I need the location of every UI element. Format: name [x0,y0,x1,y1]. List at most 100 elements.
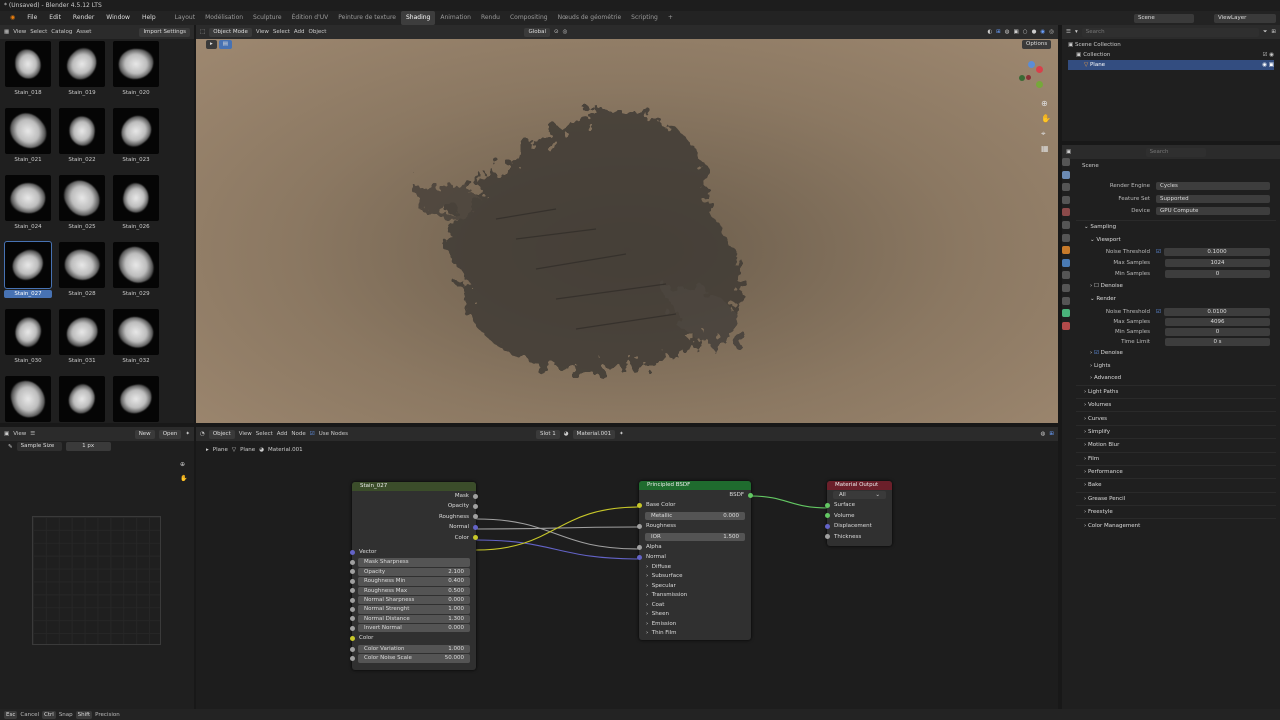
r-noise-threshold-field[interactable]: 0.0100 [1163,307,1270,316]
bsdf-subpanel[interactable]: › Transmission [639,591,751,601]
new-collection-icon[interactable]: ⊞ [1271,29,1276,35]
scene-collection-row[interactable]: ▣ Scene Collection [1068,40,1274,50]
tab-shading[interactable]: Shading [400,11,436,25]
tab-modelisation[interactable]: Modélisation [200,11,248,25]
asset-thumbnail[interactable]: Stain_019 [58,41,106,104]
tab-geometry-nodes[interactable]: Nœuds de géométrie [553,11,627,25]
feature-set-dropdown[interactable]: Supported [1156,194,1270,203]
stain-node-title[interactable]: Stain_027 [352,482,476,491]
properties-panel-header[interactable]: › Color Management [1076,518,1276,531]
menu-view[interactable]: View [256,29,269,35]
render-subpanel[interactable]: › Lights [1076,360,1276,373]
view-layer-tab-icon[interactable] [1062,195,1070,204]
bsdf-subpanel[interactable]: › Specular [639,582,751,592]
base-color-input[interactable]: Base Color [637,500,751,510]
properties-panel-header[interactable]: › Freestyle [1076,505,1276,518]
select-mode-icon[interactable]: ▸ [206,40,217,49]
render-tab-icon[interactable] [1062,170,1070,179]
viewport-canvas[interactable]: ▸ ▤ Options ⊕ ✋ ⌖ ▦ [196,39,1058,423]
tool-tab-icon[interactable] [1062,158,1070,166]
asset-thumbnail[interactable]: Stain_021 [4,108,52,171]
r-min-samples-field[interactable]: 0 [1165,328,1270,337]
view-layer-selector[interactable]: ViewLayer [1214,13,1276,23]
overlay-icon[interactable]: ◍ [1005,29,1010,35]
stain-input-field[interactable]: Color Variation 1.000 [350,644,470,654]
bsdf-subpanel[interactable]: › Emission [639,620,751,630]
vp-noise-checkbox[interactable]: ☑ [1156,249,1161,255]
output-target-dropdown[interactable]: All ⌄ [833,491,886,500]
editor-type-icon[interactable]: ▣ [1066,149,1071,155]
snap-icon[interactable]: ⊙ [554,29,559,35]
asset-thumbnail[interactable]: Stain_024 [4,175,52,238]
asset-thumbnail[interactable]: Stain_030 [4,309,52,372]
new-image-button[interactable]: New [134,429,155,439]
menu-help[interactable]: Help [136,11,162,25]
tab-sculpture[interactable]: Sculpture [248,11,287,25]
menu-file[interactable]: File [21,11,43,25]
object-mode-dropdown[interactable]: Object Mode [209,27,252,37]
filter-icon[interactable]: ▾ [1075,29,1078,35]
zoom-icon[interactable]: ⊕ [180,461,188,469]
bsdf-subpanel[interactable]: › Subsurface [639,572,751,582]
camera-icon[interactable]: ▣ [1269,60,1274,70]
shading-wireframe-icon[interactable]: ○ [1023,29,1028,35]
pan-hand-icon[interactable]: ✋ [180,475,188,483]
outliner-search[interactable]: Search [1081,27,1259,37]
material-output-node[interactable]: Material Output All ⌄ Surface Volume Displa… [825,481,892,546]
asset-thumbnail[interactable]: Stain_031 [58,309,106,372]
stain-input-field[interactable]: Opacity 2.100 [350,567,470,577]
add-workspace-icon[interactable]: + [663,11,678,25]
editor-type-icon[interactable]: ⬚ [200,29,205,35]
output-input-socket[interactable]: Displacement [825,521,892,531]
scene-selector[interactable]: Scene [1134,13,1194,23]
checkbox-icon[interactable]: ☑ [1263,50,1268,60]
stain-output-socket[interactable]: Normal [352,522,478,532]
editor-type-icon[interactable]: ☰ [1066,29,1071,35]
properties-panel-header[interactable]: › Performance [1076,464,1276,478]
device-dropdown[interactable]: GPU Compute [1156,207,1270,216]
output-input-socket[interactable]: Surface [825,500,892,510]
asset-thumbnail[interactable]: Stain_023 [112,108,160,171]
visibility-icon[interactable]: ◐ [987,29,992,35]
properties-panel-header[interactable]: › Volumes [1076,397,1276,411]
stain-input-field[interactable]: Normal Distance 1.300 [350,614,470,624]
stain-node[interactable]: Stain_027 Mask Opacity Roughness Normal Colo… [350,482,478,670]
stain-output-socket[interactable]: Color [352,533,478,543]
vp-min-samples-field[interactable]: 0 [1165,269,1270,278]
stain-output-socket[interactable]: Roughness [352,512,478,522]
sampling-panel-header[interactable]: ⌄ Sampling [1076,219,1276,233]
eye-icon[interactable]: ◉ [1262,60,1267,70]
properties-panel-header[interactable]: › Light Paths [1076,384,1276,398]
render-subpanel[interactable]: › ☑ Denoise [1076,347,1276,360]
menu-edit[interactable]: Edit [43,11,67,25]
render-subpanel[interactable]: › Advanced [1076,372,1276,385]
menu-object[interactable]: Object [309,29,327,35]
menu-asset[interactable]: Asset [76,29,91,35]
stain-input-field[interactable]: Normal Sharpness 0.000 [350,595,470,605]
world-tab-icon[interactable] [1062,220,1070,229]
asset-thumbnail[interactable]: Stain_022 [58,108,106,171]
asset-thumbnail[interactable]: Stain_032 [112,309,160,372]
eyedropper-icon[interactable]: ✎ [8,444,13,450]
metallic-field[interactable]: Metallic 0.000 [645,511,745,521]
transform-orientation-dropdown[interactable]: Global [524,27,551,37]
menu-view[interactable]: View [13,431,26,437]
principled-bsdf-node[interactable]: Principled BSDF BSDF Base Color Metallic… [637,481,753,640]
scene-tab-icon[interactable] [1062,208,1070,217]
stain-input-field[interactable]: Invert Normal 0.000 [350,624,470,633]
tab-layout[interactable]: Layout [170,11,200,25]
tab-rendu[interactable]: Rendu [476,11,505,25]
stain-output-socket[interactable]: Opacity [352,501,478,511]
roughness-input[interactable]: Roughness [637,521,751,531]
bsdf-subpanel[interactable]: › Thin Film [639,629,751,639]
normal-input[interactable]: Normal [637,552,751,562]
bsdf-subpanel[interactable]: › Sheen [639,610,751,620]
bsdf-subpanel[interactable]: › Diffuse [639,563,751,573]
asset-thumbnail[interactable]: Stain_025 [58,175,106,238]
material-tab-icon[interactable] [1062,321,1070,330]
filter-funnel-icon[interactable]: ⏷ [1263,29,1267,36]
stain-output-socket[interactable]: Mask [352,491,478,501]
modifier-tab-icon[interactable] [1062,258,1070,267]
editor-type-icon[interactable]: ▣ [4,431,9,437]
xray-icon[interactable]: ▣ [1014,29,1019,35]
